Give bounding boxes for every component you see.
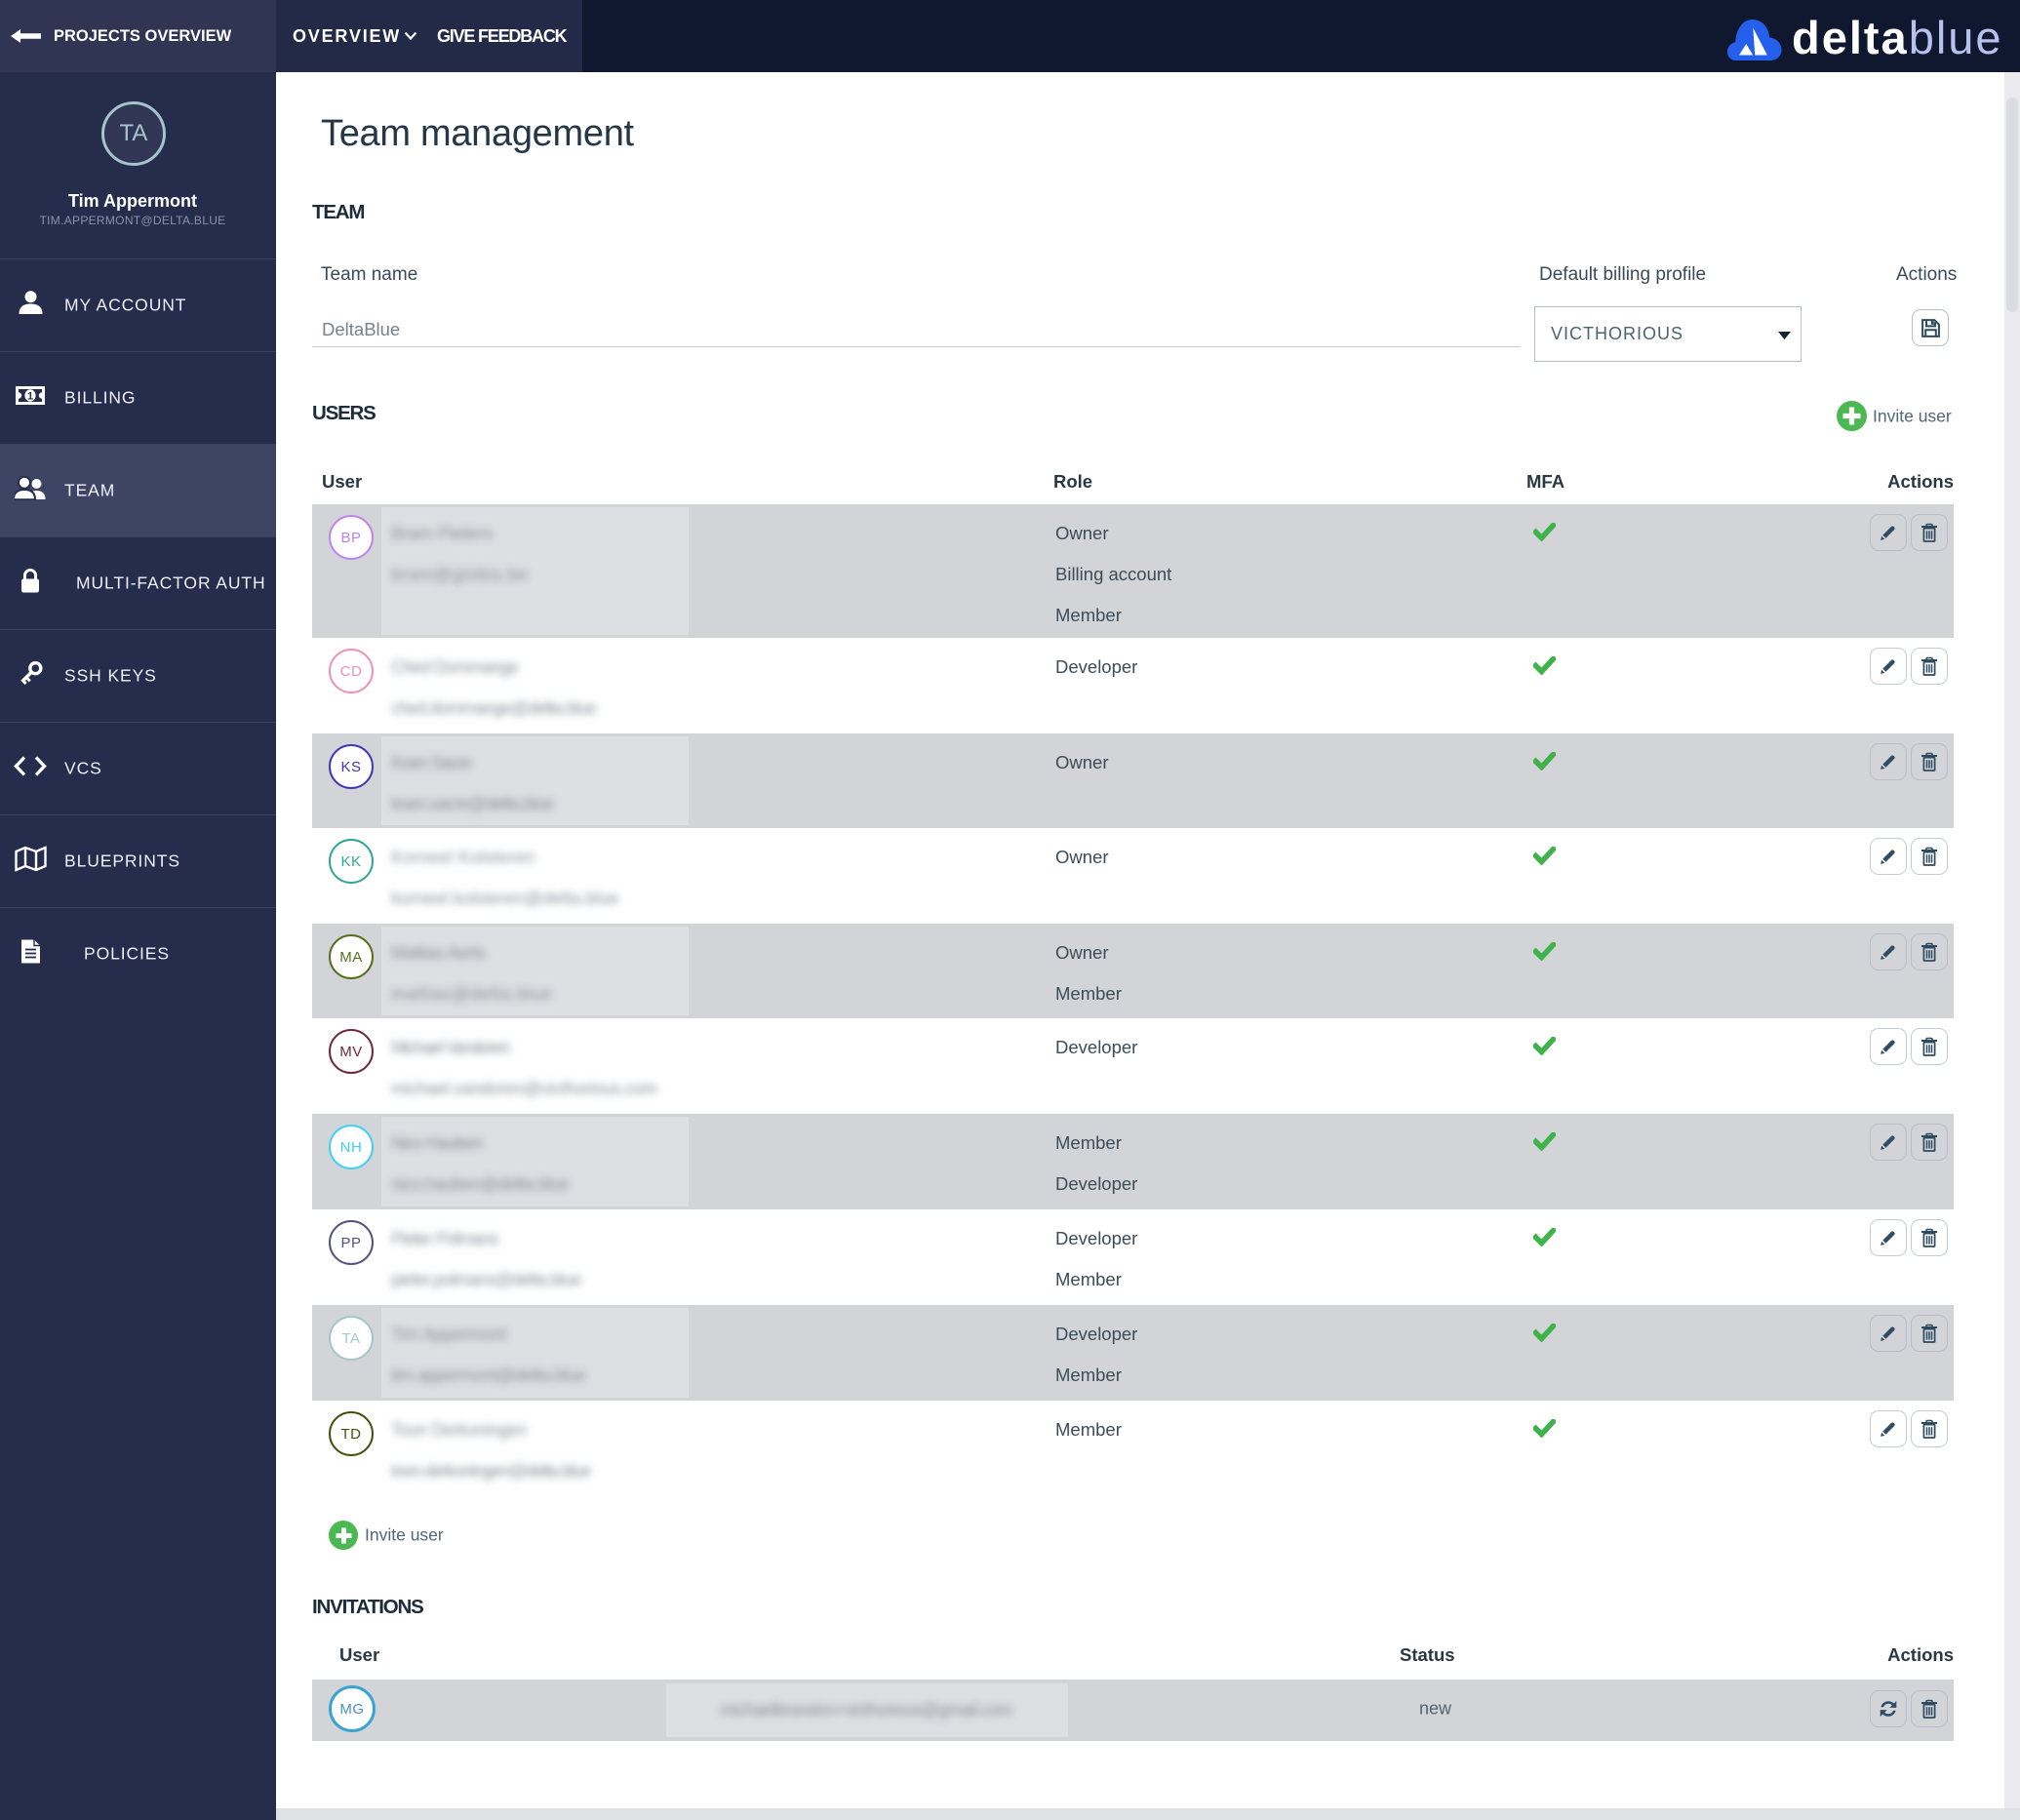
svg-text:1: 1	[27, 390, 33, 402]
